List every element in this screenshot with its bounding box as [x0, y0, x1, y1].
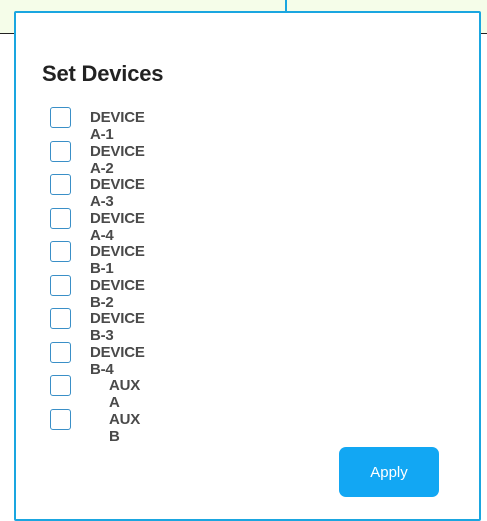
- device-a4-checkbox[interactable]: [50, 207, 71, 229]
- apply-button[interactable]: Apply: [339, 447, 439, 497]
- device-list: DEVICE A-1 DEVICE A-2 DEVICE A-3 DEVICE …: [50, 107, 145, 445]
- device-b3-label: DEVICE B-3: [90, 310, 145, 344]
- device-b3-checkbox[interactable]: [50, 308, 71, 329]
- device-a4-label: DEVICE A-4: [90, 209, 145, 244]
- device-b4-label: DEVICE B-4: [90, 343, 145, 378]
- set-devices-dialog: Set Devices DEVICE A-1 DEVICE A-2 DEVICE…: [14, 11, 481, 521]
- device-b2-checkbox[interactable]: [50, 274, 71, 296]
- device-item-a4[interactable]: DEVICE A-4: [50, 207, 145, 244]
- device-b2-label: DEVICE B-2: [90, 276, 145, 311]
- device-a3-label: DEVICE A-3: [90, 176, 145, 210]
- device-a1-checkbox[interactable]: [50, 107, 71, 128]
- device-b1-checkbox[interactable]: [50, 241, 71, 262]
- aux-a-label: AUX A: [109, 377, 141, 411]
- device-item-b1[interactable]: DEVICE B-1: [50, 241, 145, 277]
- dialog-title: Set Devices: [42, 61, 164, 86]
- device-b1-label: DEVICE B-1: [90, 243, 145, 277]
- device-item-aux-a[interactable]: AUX A: [50, 375, 140, 411]
- device-b4-checkbox[interactable]: [50, 341, 71, 363]
- aux-b-label: AUX B: [109, 410, 141, 445]
- device-item-aux-b[interactable]: AUX B: [50, 408, 140, 445]
- device-item-a2[interactable]: DEVICE A-2: [50, 140, 145, 177]
- background-right-edge: [480, 34, 487, 510]
- device-item-a1[interactable]: DEVICE A-1: [50, 107, 145, 143]
- device-item-b3[interactable]: DEVICE B-3: [50, 308, 145, 344]
- device-a2-checkbox[interactable]: [50, 140, 71, 162]
- device-a2-label: DEVICE A-2: [90, 142, 145, 177]
- device-item-a3[interactable]: DEVICE A-3: [50, 174, 145, 210]
- device-a1-label: DEVICE A-1: [90, 109, 145, 143]
- device-a3-checkbox[interactable]: [50, 174, 71, 195]
- device-item-b4[interactable]: DEVICE B-4: [50, 341, 145, 378]
- device-item-b2[interactable]: DEVICE B-2: [50, 274, 145, 311]
- aux-a-checkbox[interactable]: [50, 375, 71, 396]
- aux-b-checkbox[interactable]: [50, 408, 71, 430]
